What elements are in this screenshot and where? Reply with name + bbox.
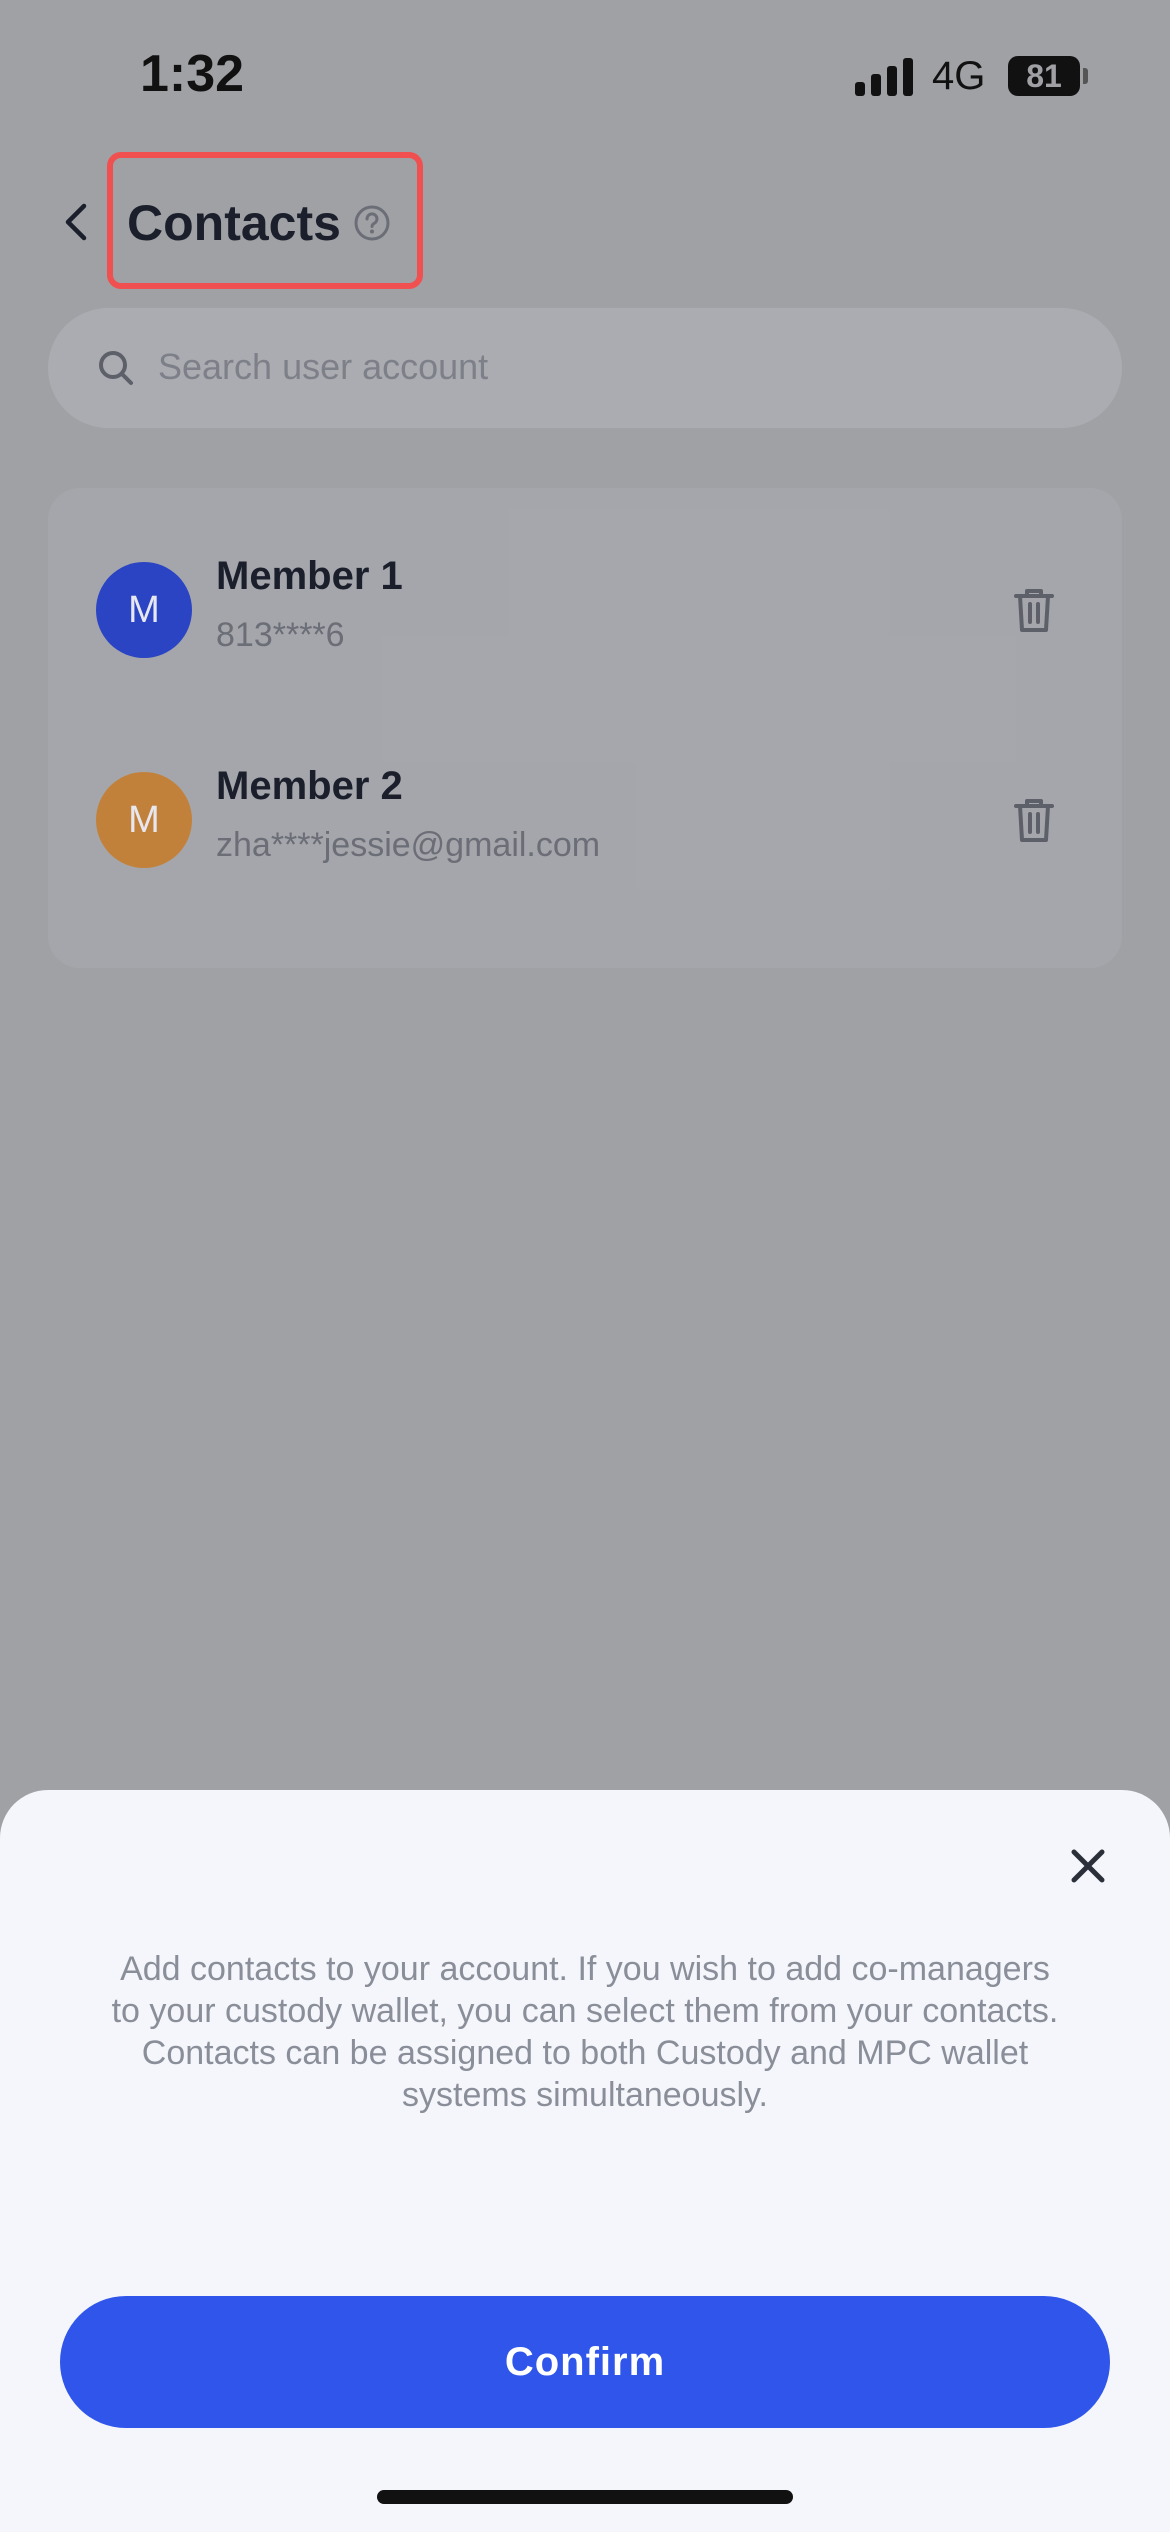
contact-item[interactable]: M Member 2 zha****jessie@gmail.com (48, 738, 1122, 938)
trash-icon[interactable] (1012, 796, 1056, 844)
network-type: 4G (932, 54, 986, 98)
close-icon[interactable] (1066, 1844, 1110, 1888)
search-icon (99, 351, 133, 385)
contact-name: Member 2 (216, 764, 403, 808)
header: Contacts (0, 150, 1170, 290)
confirm-button[interactable]: Confirm (60, 2296, 1110, 2428)
back-icon[interactable] (58, 202, 98, 242)
avatar: M (96, 772, 192, 868)
contact-list: M Member 1 813****6 M Member 2 zha****je… (48, 488, 1122, 968)
sheet-description: Add contacts to your account. If you wis… (111, 1950, 1059, 2114)
avatar: M (96, 562, 192, 658)
contact-item[interactable]: M Member 1 813****6 (48, 528, 1122, 728)
contact-account: 813****6 (216, 616, 345, 654)
contact-account: zha****jessie@gmail.com (216, 826, 601, 864)
battery-icon: 81 (1008, 56, 1088, 96)
status-time: 1:32 (140, 45, 245, 103)
status-bar: 1:32 4G 81 (0, 0, 1170, 150)
home-indicator (377, 2490, 793, 2504)
info-bottom-sheet: Add contacts to your account. If you wis… (0, 1790, 1170, 2532)
search-placeholder: Search user account (158, 346, 489, 387)
battery-level: 81 (1008, 56, 1080, 96)
contact-name: Member 1 (216, 554, 403, 598)
help-icon[interactable] (353, 204, 391, 242)
page-title: Contacts (127, 195, 341, 251)
trash-icon[interactable] (1012, 586, 1056, 634)
signal-icon (855, 58, 915, 96)
search-input[interactable]: Search user account (48, 308, 1122, 428)
